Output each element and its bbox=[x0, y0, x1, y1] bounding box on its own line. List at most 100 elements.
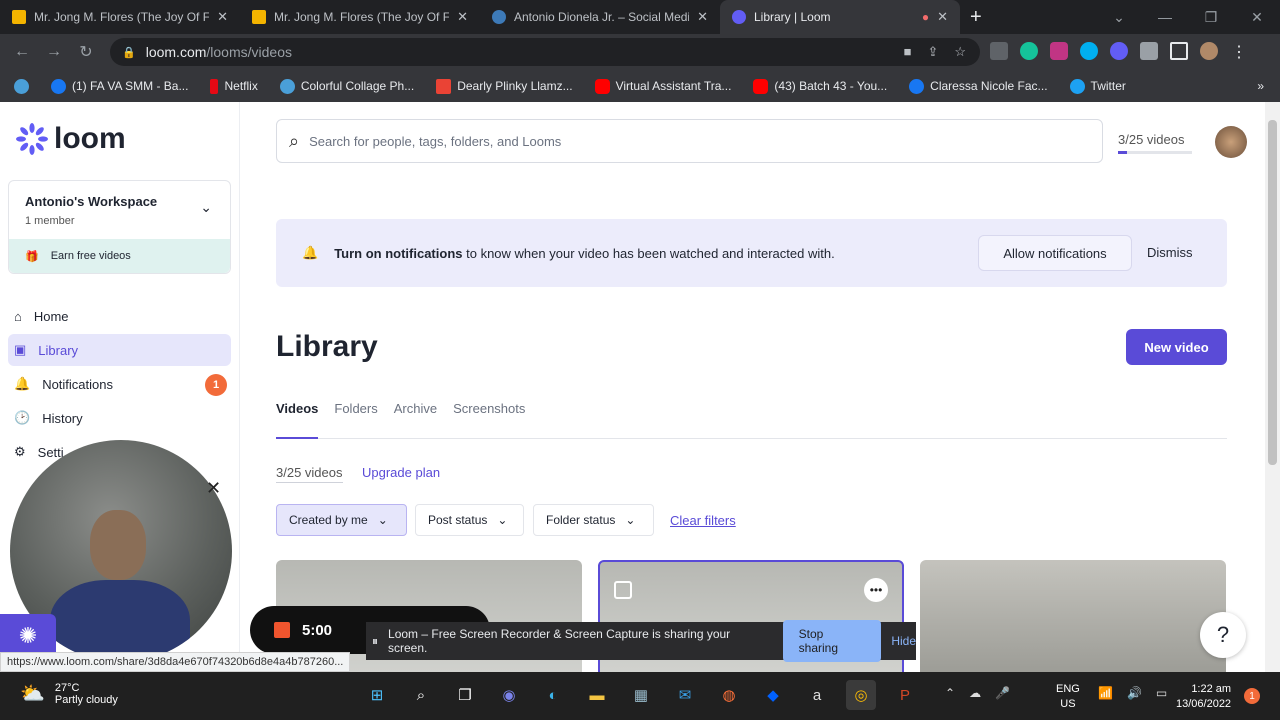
browser-tab[interactable]: Mr. Jong M. Flores (The Joy Of Fa ✕ bbox=[0, 0, 240, 34]
battery-icon[interactable]: ▭ bbox=[1156, 686, 1167, 700]
amazon-icon[interactable]: a bbox=[802, 680, 832, 710]
language-indicator[interactable]: ENG US bbox=[1056, 682, 1080, 712]
avatar[interactable] bbox=[1215, 126, 1247, 158]
wifi-icon[interactable]: 📶 bbox=[1098, 686, 1113, 700]
select-checkbox[interactable] bbox=[614, 581, 632, 599]
chrome-icon[interactable]: ◎ bbox=[846, 680, 876, 710]
share-icon[interactable]: ⇪ bbox=[927, 44, 938, 60]
star-icon[interactable]: ☆ bbox=[954, 44, 966, 60]
dismiss-button[interactable]: Dismiss bbox=[1147, 245, 1193, 260]
earn-label: Earn free videos bbox=[50, 250, 131, 262]
loom-extension-icon[interactable] bbox=[1110, 42, 1128, 60]
workspace-switcher[interactable]: Antonio's Workspace 1 member ⌄ 🎁 Earn fr… bbox=[8, 180, 231, 274]
instagram-icon[interactable] bbox=[1050, 42, 1068, 60]
tab-search-icon[interactable]: ⌄ bbox=[1096, 0, 1142, 34]
sidebar-item-notifications[interactable]: 🔔 Notifications 1 bbox=[8, 368, 231, 400]
close-tab-icon[interactable]: ✕ bbox=[457, 9, 468, 25]
bookmark[interactable]: Twitter bbox=[1069, 78, 1126, 94]
task-view-icon[interactable]: ❐ bbox=[450, 680, 480, 710]
new-tab-icon[interactable]: + bbox=[970, 6, 982, 29]
scrollbar[interactable] bbox=[1265, 102, 1280, 672]
canva-bookmark-icon[interactable] bbox=[14, 78, 29, 94]
bookmark[interactable]: Colorful Collage Ph... bbox=[279, 78, 414, 94]
tab-videos[interactable]: Videos bbox=[276, 401, 319, 439]
sidebar-item-history[interactable]: 🕑 History bbox=[8, 402, 231, 434]
bookmark[interactable]: Dearly Plinky Llamz... bbox=[436, 78, 573, 94]
menu-icon[interactable]: ⋮ bbox=[1230, 42, 1248, 61]
browser-tab[interactable]: Mr. Jong M. Flores (The Joy Of Fa ✕ bbox=[240, 0, 480, 34]
onedrive-icon[interactable]: ☁ bbox=[969, 686, 981, 700]
forward-icon[interactable]: → bbox=[38, 43, 70, 61]
bookmark[interactable]: (1) FA VA SMM - Ba... bbox=[51, 78, 188, 94]
teams-icon[interactable]: ◉ bbox=[494, 680, 524, 710]
omnibox[interactable]: 🔒 loom.com /looms/videos ■ ⇪ ☆ bbox=[110, 38, 980, 66]
dropbox-icon[interactable]: ◆ bbox=[758, 680, 788, 710]
video-count[interactable]: 3/25 videos bbox=[1118, 132, 1185, 147]
allow-notifications-button[interactable]: Allow notifications bbox=[978, 235, 1132, 271]
tab-folders[interactable]: Folders bbox=[334, 401, 377, 439]
clock[interactable]: 1:22 am 13/06/2022 bbox=[1176, 682, 1231, 712]
notification-count-badge[interactable]: 1 bbox=[1244, 688, 1260, 704]
close-camera-icon[interactable]: ✕ bbox=[206, 478, 221, 499]
tab-archive[interactable]: Archive bbox=[394, 401, 437, 439]
store-icon[interactable]: ▦ bbox=[626, 680, 656, 710]
bookmark[interactable]: Claressa Nicole Fac... bbox=[909, 78, 1048, 94]
search-input[interactable]: ⌕ Search for people, tags, folders, and … bbox=[276, 119, 1103, 163]
mail-icon[interactable]: ✉ bbox=[670, 680, 700, 710]
microphone-icon[interactable]: 🎤 bbox=[995, 686, 1010, 700]
clear-filters-link[interactable]: Clear filters bbox=[670, 513, 736, 528]
close-tab-icon[interactable]: ✕ bbox=[217, 9, 228, 25]
close-window-icon[interactable]: ✕ bbox=[1234, 0, 1280, 34]
stop-sharing-button[interactable]: Stop sharing bbox=[782, 620, 882, 662]
sidebar-item-library[interactable]: ▣ Library bbox=[8, 334, 231, 366]
sidepanel-icon[interactable] bbox=[1170, 42, 1188, 60]
help-button[interactable]: ? bbox=[1200, 612, 1246, 658]
minimize-icon[interactable]: — bbox=[1142, 0, 1188, 34]
new-video-button[interactable]: New video bbox=[1126, 329, 1227, 365]
chevron-down-icon[interactable]: ⌄ bbox=[200, 199, 212, 216]
video-card[interactable] bbox=[920, 560, 1226, 672]
loom-logo[interactable]: loom bbox=[16, 122, 126, 156]
bookmark[interactable]: (43) Batch 43 - You... bbox=[753, 78, 887, 94]
puzzle-icon[interactable] bbox=[1140, 42, 1158, 60]
upgrade-plan-link[interactable]: Upgrade plan bbox=[362, 465, 440, 480]
skype-icon[interactable] bbox=[1080, 42, 1098, 60]
back-icon[interactable]: ← bbox=[6, 43, 38, 61]
home-icon: ⌂ bbox=[14, 308, 22, 324]
browser-tab[interactable]: Antonio Dionela Jr. – Social Medi ✕ bbox=[480, 0, 720, 34]
weather-widget[interactable]: ⛅ 27°C Partly cloudy bbox=[20, 681, 118, 706]
windows-start-icon[interactable]: ⊞ bbox=[362, 680, 392, 710]
profile-avatar-icon[interactable] bbox=[1200, 42, 1218, 60]
tab-screenshots[interactable]: Screenshots bbox=[453, 401, 525, 439]
powerpoint-icon[interactable]: P bbox=[890, 680, 920, 710]
camera-icon[interactable]: ■ bbox=[904, 44, 912, 60]
scrollbar-thumb[interactable] bbox=[1268, 120, 1277, 465]
edge-icon[interactable]: ◐ bbox=[538, 680, 568, 710]
maximize-icon[interactable]: ❐ bbox=[1188, 0, 1234, 34]
earn-free-videos[interactable]: 🎁 Earn free videos bbox=[9, 239, 230, 273]
sidebar-item-home[interactable]: ⌂ Home bbox=[8, 300, 231, 332]
filter-created-by-me[interactable]: Created by me ⌄ bbox=[276, 504, 407, 536]
search-icon[interactable]: ⌕ bbox=[406, 680, 436, 710]
close-tab-icon[interactable]: ✕ bbox=[937, 9, 948, 25]
hide-button[interactable]: Hide bbox=[891, 634, 916, 648]
status-url: https://www.loom.com/share/3d8da4e670f74… bbox=[0, 652, 351, 672]
reload-icon[interactable]: ↻ bbox=[70, 42, 102, 62]
close-tab-icon[interactable]: ✕ bbox=[697, 9, 708, 25]
volume-icon[interactable]: 🔊 bbox=[1127, 686, 1142, 700]
firefox-icon[interactable]: ◍ bbox=[714, 680, 744, 710]
browser-tab-active[interactable]: Library | Loom ● ✕ bbox=[720, 0, 960, 34]
extension-icon[interactable] bbox=[990, 42, 1008, 60]
stop-recording-icon[interactable] bbox=[274, 622, 290, 638]
chevron-up-icon[interactable]: ⌃ bbox=[945, 686, 955, 700]
main-content: ⌕ Search for people, tags, folders, and … bbox=[276, 102, 1247, 672]
bookmark[interactable]: Netflix bbox=[210, 78, 258, 94]
more-bookmarks-icon[interactable]: » bbox=[1257, 79, 1264, 93]
filter-post-status[interactable]: Post status ⌄ bbox=[415, 504, 524, 536]
filter-folder-status[interactable]: Folder status ⌄ bbox=[533, 504, 654, 536]
file-explorer-icon[interactable]: ▬ bbox=[582, 680, 612, 710]
bookmark[interactable]: Virtual Assistant Tra... bbox=[594, 78, 731, 94]
more-options-icon[interactable]: ••• bbox=[864, 578, 888, 602]
library-icon: ▣ bbox=[14, 342, 27, 357]
grammarly-icon[interactable] bbox=[1020, 42, 1038, 60]
